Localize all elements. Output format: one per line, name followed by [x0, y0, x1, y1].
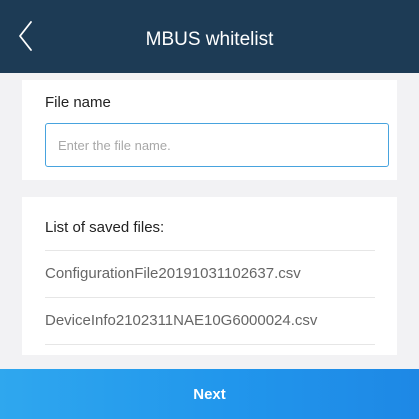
- saved-files-card: List of saved files: ConfigurationFile20…: [22, 197, 397, 355]
- saved-files-title: List of saved files:: [45, 219, 165, 236]
- file-name-input[interactable]: [45, 123, 389, 167]
- saved-file-item[interactable]: DeviceInfo2102311NAE10G6000024.csv: [45, 298, 375, 344]
- divider: [45, 344, 375, 345]
- app-header: MBUS whitelist: [0, 0, 419, 73]
- file-name-card: File name: [22, 80, 397, 180]
- page-title: MBUS whitelist: [145, 29, 274, 50]
- next-button[interactable]: Next: [0, 369, 419, 419]
- saved-file-item[interactable]: ConfigurationFile20191031102637.csv: [45, 251, 375, 297]
- file-name-label: File name: [45, 94, 111, 111]
